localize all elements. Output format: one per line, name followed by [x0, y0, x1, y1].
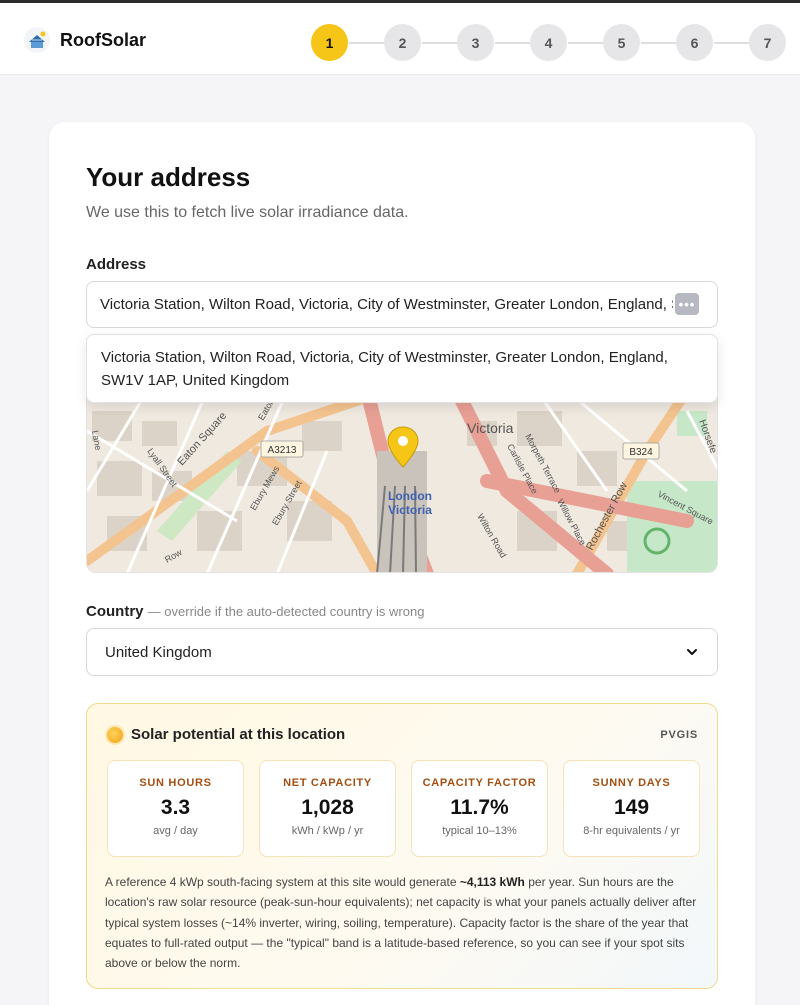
country-label: Country — override if the auto-detected … — [86, 603, 425, 620]
address-label: Address — [86, 256, 147, 273]
page-subtitle: We use this to fetch live solar irradian… — [86, 204, 409, 221]
map-label-victoria: Victoria — [467, 420, 514, 436]
map-label-station-line1: London — [388, 489, 432, 503]
svg-text:A3213: A3213 — [268, 445, 297, 456]
step-indicator: 1 2 3 4 5 6 7 — [311, 24, 786, 61]
stat-label: CAPACITY FACTOR — [422, 777, 537, 789]
stat-label: SUN HOURS — [139, 777, 212, 789]
step-connector — [640, 41, 676, 44]
stat-value: 149 — [613, 796, 650, 819]
step-5[interactable]: 5 — [603, 24, 640, 61]
ellipsis-icon[interactable]: ••• — [675, 293, 699, 315]
address-input[interactable]: Victoria Station, Wilton Road, Victoria,… — [86, 281, 718, 328]
solar-potential-panel: Solar potential at this location PVGIS S… — [86, 703, 718, 989]
step-6[interactable]: 6 — [676, 24, 713, 61]
source-badge: PVGIS — [660, 729, 698, 741]
stat-unit: kWh / kWp / yr — [291, 825, 364, 837]
step-connector — [567, 41, 603, 44]
step-4[interactable]: 4 — [530, 24, 567, 61]
step-1[interactable]: 1 — [311, 24, 348, 61]
step-connector — [494, 41, 530, 44]
stat-label: SUNNY DAYS — [592, 777, 671, 789]
road-shield-b324: B324 — [622, 442, 660, 460]
stat-capacity-factor: CAPACITY FACTOR 11.7% typical 10–13% — [411, 760, 548, 857]
step-connector — [713, 41, 749, 44]
solar-title: Solar potential at this location — [131, 726, 346, 743]
stat-value: 1,028 — [301, 796, 354, 819]
step-connector — [348, 41, 384, 44]
chevron-down-icon — [687, 649, 697, 655]
road-shield-a3213: A3213 — [260, 440, 304, 458]
address-suggestion[interactable]: Victoria Station, Wilton Road, Victoria,… — [86, 334, 718, 403]
step-2[interactable]: 2 — [384, 24, 421, 61]
stat-value: 3.3 — [160, 796, 191, 819]
country-hint: — override if the auto-detected country … — [147, 604, 425, 619]
page-title: Your address — [86, 162, 251, 192]
address-input-value: Victoria Station, Wilton Road, Victoria,… — [100, 296, 673, 313]
stat-value: 11.7% — [450, 796, 509, 819]
step-7[interactable]: 7 — [749, 24, 786, 61]
stats-row: SUN HOURS 3.3 avg / day NET CAPACITY 1,0… — [107, 760, 700, 857]
stat-sunny-days: SUNNY DAYS 149 8-hr equivalents / yr — [563, 760, 700, 857]
stat-sun-hours: SUN HOURS 3.3 avg / day — [107, 760, 244, 857]
country-select-value: United Kingdom — [105, 643, 212, 661]
sun-icon — [107, 726, 123, 743]
solar-explanation: A reference 4 kWp south-facing system at… — [105, 875, 697, 971]
top-bar: RoofSolar 1 2 3 4 5 6 7 — [0, 0, 800, 75]
brand[interactable]: RoofSolar — [24, 27, 146, 53]
step-connector — [421, 41, 457, 44]
country-select[interactable]: United Kingdom — [86, 628, 718, 676]
step-3[interactable]: 3 — [457, 24, 494, 61]
stat-net-capacity: NET CAPACITY 1,028 kWh / kWp / yr — [259, 760, 396, 857]
solar-header: Solar potential at this location — [107, 726, 345, 743]
svg-text:B324: B324 — [629, 447, 653, 458]
stat-unit: 8-hr equivalents / yr — [583, 825, 680, 837]
brand-name: RoofSolar — [60, 29, 147, 50]
stat-label: NET CAPACITY — [283, 777, 372, 789]
map-label-station-line2: Victoria — [388, 503, 432, 517]
stat-unit: avg / day — [153, 825, 198, 837]
location-map[interactable]: A3213 B324 Victoria London Victoria Eato… — [86, 390, 718, 573]
stat-unit: typical 10–13% — [442, 825, 517, 837]
logo-icon — [24, 27, 50, 53]
